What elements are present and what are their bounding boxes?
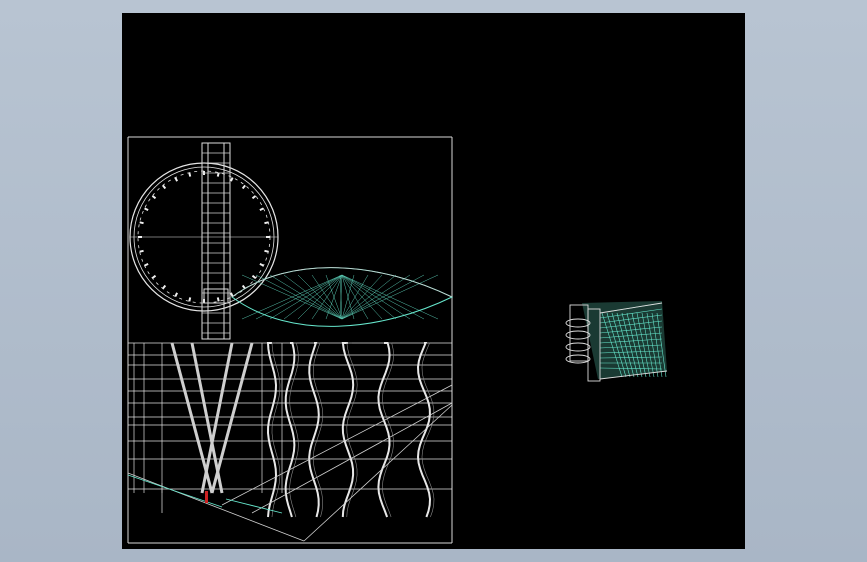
rim-bracket	[162, 284, 167, 290]
string-profile	[377, 342, 391, 518]
rim-bracket	[188, 172, 192, 177]
string-profile	[308, 342, 320, 518]
string-profiles	[170, 342, 435, 518]
rim-bracket	[264, 249, 269, 253]
rim-bracket	[144, 207, 149, 212]
string-profile	[341, 342, 355, 518]
rim-bracket	[139, 249, 144, 253]
rim-bracket	[259, 207, 264, 212]
rim-bracket	[174, 292, 179, 297]
rim-bracket	[188, 297, 192, 302]
rim-bracket	[144, 262, 149, 267]
rim-bracket	[151, 274, 157, 279]
rim-bracket	[229, 292, 234, 297]
rim-bracket	[216, 297, 220, 302]
drawing-canvas	[127, 136, 668, 544]
rim-bracket	[264, 221, 269, 225]
rim-bracket	[241, 184, 246, 190]
resonator-side-view	[231, 267, 454, 327]
rim-bracket	[251, 274, 257, 279]
rim-bracket	[162, 184, 167, 190]
rim-bracket	[259, 262, 264, 267]
rim-bracket	[174, 177, 179, 182]
detail-view	[565, 301, 668, 382]
cad-viewport[interactable]	[122, 13, 745, 549]
string-profile-shadow	[289, 342, 299, 518]
rim-bracket	[151, 195, 157, 200]
string-profile	[416, 342, 432, 518]
rim-bracket	[139, 221, 144, 225]
rim-bracket	[251, 195, 257, 200]
rim-bracket	[229, 177, 234, 182]
red-marker	[205, 491, 208, 503]
